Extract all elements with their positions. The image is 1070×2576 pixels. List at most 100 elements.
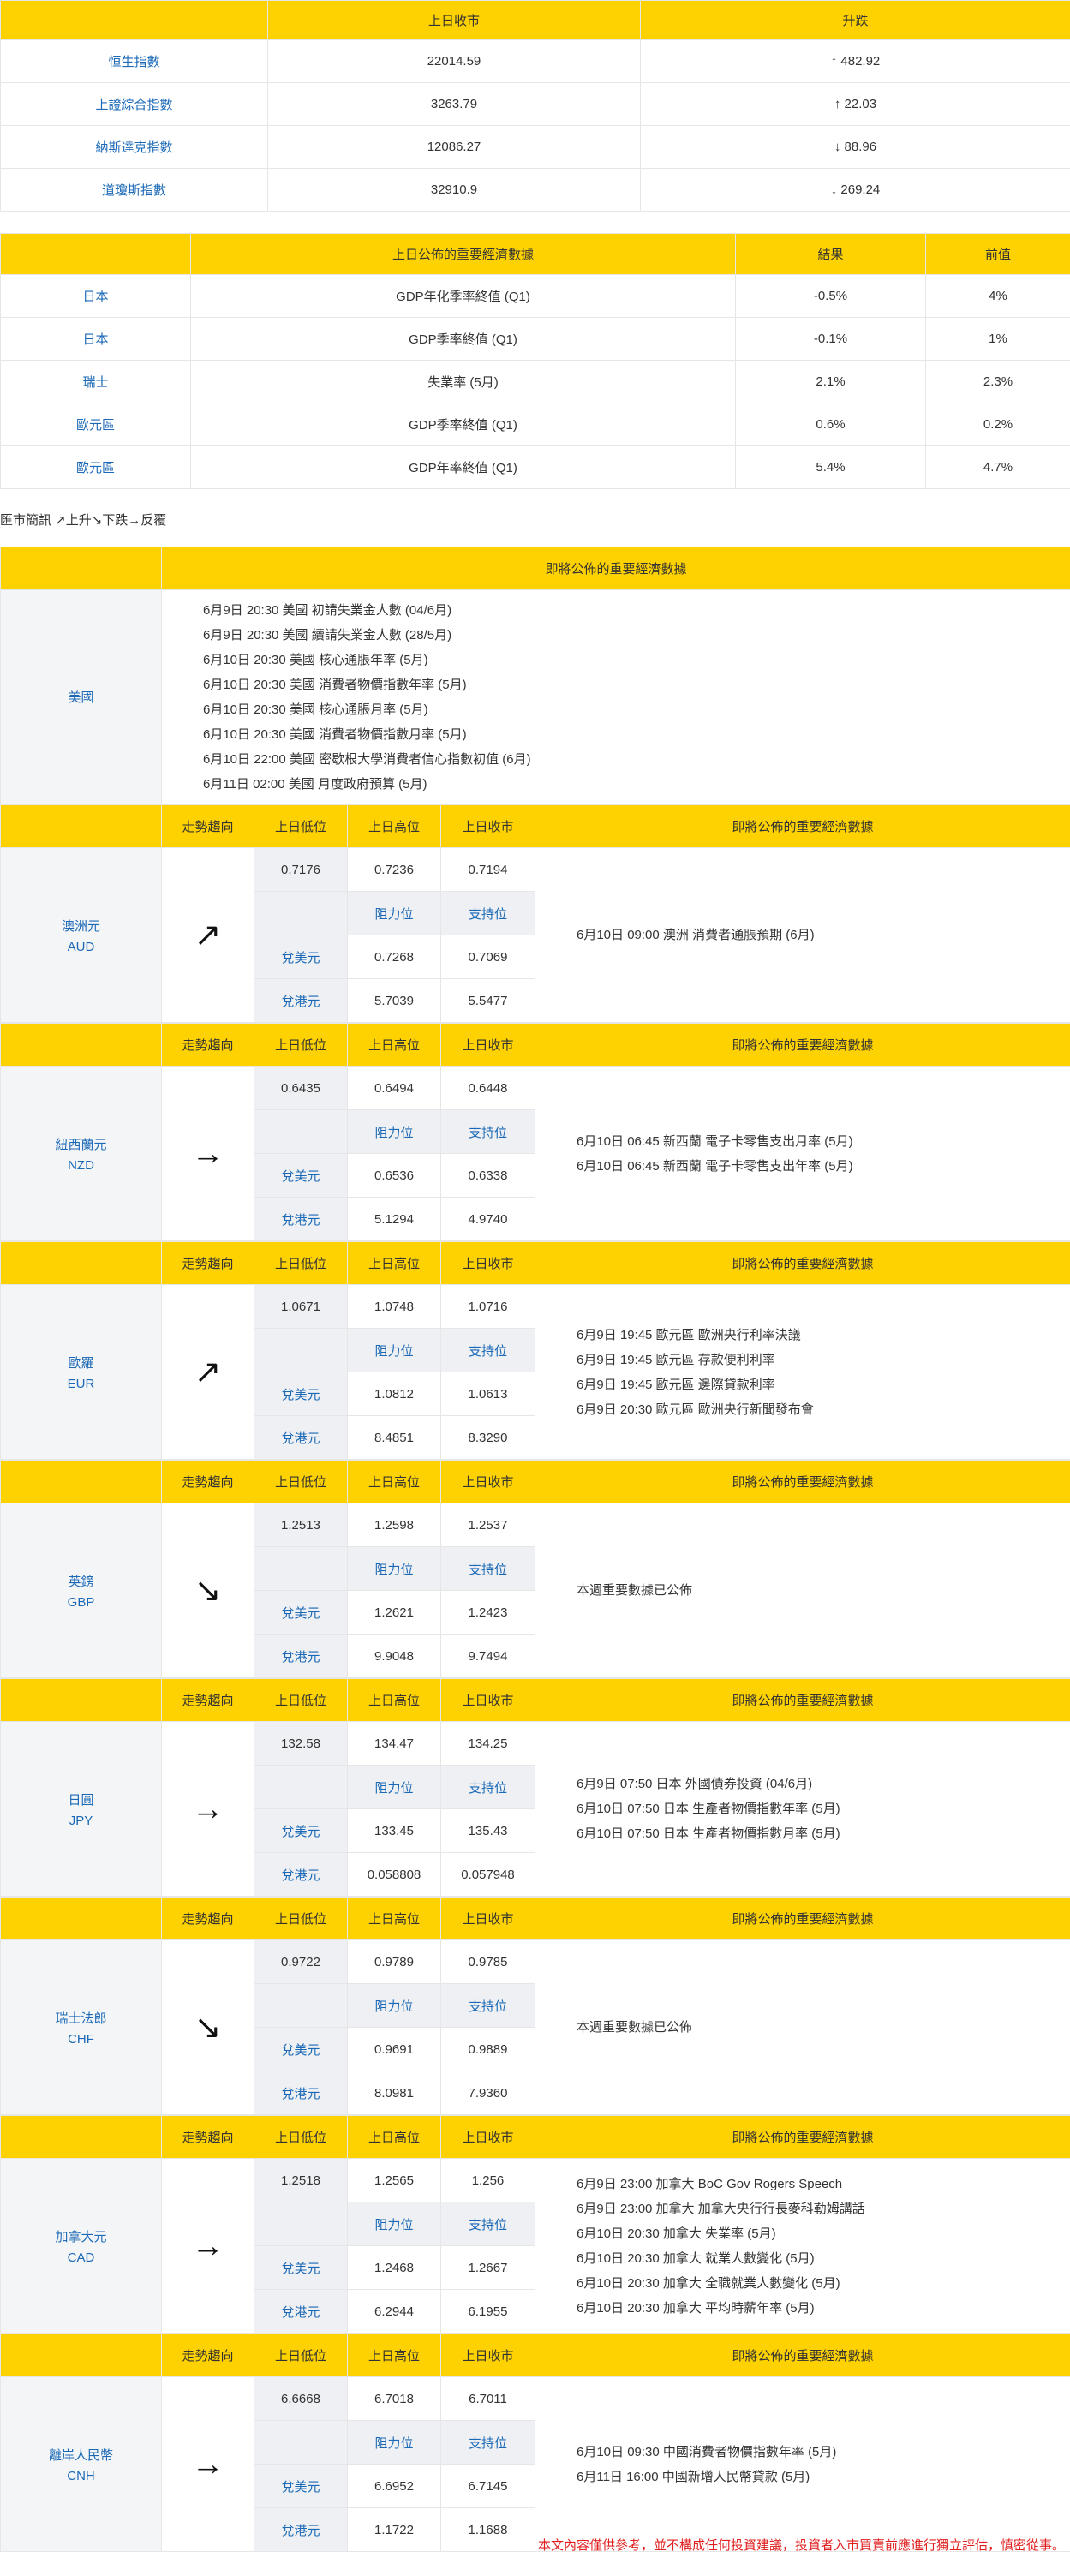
currency-name-cell[interactable]: 瑞士法郎 CHF bbox=[0, 1939, 162, 2115]
prev-close: 134.25 bbox=[440, 1721, 535, 1766]
list-item: 6月10日 20:30 美國 核心通脹月率 (5月) bbox=[203, 702, 428, 717]
vs-usd-label: 兌美元 bbox=[254, 1153, 348, 1198]
fx-header-high: 上日高位 bbox=[347, 1023, 441, 1067]
table-row: 納斯達克指數 12086.27 ↓ 88.96 bbox=[0, 125, 1070, 169]
release-prev: 1% bbox=[925, 317, 1070, 361]
currency-code[interactable]: JPY bbox=[2, 1814, 161, 1828]
fx-blank-cell bbox=[254, 1328, 348, 1372]
release-prev: 0.2% bbox=[925, 403, 1070, 446]
fx-header-low: 上日低位 bbox=[254, 1678, 348, 1722]
indices-header-change: 升跌 bbox=[640, 0, 1070, 40]
support-label: 支持位 bbox=[440, 2420, 535, 2465]
currency-name[interactable]: 離岸人民幣 bbox=[2, 2446, 161, 2464]
currency-code[interactable]: GBP bbox=[2, 1595, 161, 1610]
fx-header-trend: 走勢趨向 bbox=[161, 804, 254, 848]
prev-close: 6.7011 bbox=[440, 2376, 535, 2421]
fx-header-close: 上日收市 bbox=[440, 1023, 535, 1067]
fx-blocks: 走勢趨向 上日低位 上日高位 上日收市 即將公佈的重要經濟數據 澳洲元 AUD … bbox=[0, 804, 1070, 2552]
table-row: 上證綜合指數 3263.79 ↑ 22.03 bbox=[0, 82, 1070, 126]
hkd-support: 1.1688 bbox=[440, 2507, 535, 2552]
fx-blank-cell bbox=[254, 1765, 348, 1809]
list-item: 6月9日 23:00 加拿大 加拿大央行行長麥科勒姆講話 bbox=[577, 2201, 865, 2216]
trend-arrow-icon: → bbox=[161, 1066, 254, 1241]
currency-name-cell[interactable]: 日圓 JPY bbox=[0, 1721, 162, 1897]
release-item: GDP年率終值 (Q1) bbox=[190, 445, 736, 489]
usd-resistance: 0.9691 bbox=[347, 2027, 441, 2071]
currency-code[interactable]: NZD bbox=[2, 1158, 161, 1173]
fx-events-list: 6月10日 09:30 中國消費者物價指數年率 (5月) 6月11日 16:00 … bbox=[535, 2376, 1070, 2552]
fx-header-trend: 走勢趨向 bbox=[161, 1678, 254, 1722]
prev-low: 1.2513 bbox=[254, 1503, 348, 1547]
currency-name-cell[interactable]: 歐羅 EUR bbox=[0, 1284, 162, 1460]
index-close: 22014.59 bbox=[267, 39, 641, 83]
currency-name[interactable]: 加拿大元 bbox=[2, 2227, 161, 2245]
list-item: 6月10日 20:30 加拿大 平均時薪年率 (5月) bbox=[577, 2300, 815, 2316]
support-label: 支持位 bbox=[440, 891, 535, 935]
fx-header-close: 上日收市 bbox=[440, 2334, 535, 2377]
hkd-resistance: 5.1294 bbox=[347, 1197, 441, 1241]
prev-high: 1.2565 bbox=[347, 2158, 441, 2202]
currency-name-cell[interactable]: 英鎊 GBP bbox=[0, 1503, 162, 1678]
released-data-table: 上日公佈的重要經濟數據 結果 前值 日本 GDP年化季率終值 (Q1) -0.5… bbox=[0, 233, 1070, 489]
support-label: 支持位 bbox=[440, 1765, 535, 1809]
us-header-upcoming: 即將公佈的重要經濟數據 bbox=[161, 547, 1070, 590]
fx-header-trend: 走勢趨向 bbox=[161, 1897, 254, 1940]
prev-close: 1.2537 bbox=[440, 1503, 535, 1547]
list-item: 6月10日 20:30 加拿大 就業人數變化 (5月) bbox=[577, 2250, 815, 2266]
list-item: 6月9日 19:45 歐元區 歐洲央行利率決議 bbox=[577, 1327, 801, 1342]
release-region[interactable]: 日本 bbox=[0, 317, 191, 361]
currency-name[interactable]: 瑞士法郎 bbox=[2, 2009, 161, 2027]
currency-code[interactable]: CHF bbox=[2, 2032, 161, 2047]
table-row: 瑞士 失業率 (5月) 2.1% 2.3% bbox=[0, 360, 1070, 403]
index-close: 12086.27 bbox=[267, 125, 641, 169]
index-name[interactable]: 恒生指數 bbox=[0, 39, 268, 83]
currency-name[interactable]: 歐羅 bbox=[2, 1354, 161, 1372]
hkd-resistance: 6.2944 bbox=[347, 2289, 441, 2334]
release-region[interactable]: 歐元區 bbox=[0, 445, 191, 489]
release-prev: 4.7% bbox=[925, 445, 1070, 489]
release-result: -0.1% bbox=[735, 317, 926, 361]
support-label: 支持位 bbox=[440, 1546, 535, 1591]
release-region[interactable]: 歐元區 bbox=[0, 403, 191, 446]
prev-close: 1.0716 bbox=[440, 1284, 535, 1329]
support-label: 支持位 bbox=[440, 1109, 535, 1154]
currency-name-cell[interactable]: 離岸人民幣 CNH bbox=[0, 2376, 162, 2552]
prev-low: 1.2518 bbox=[254, 2158, 348, 2202]
list-item: 6月10日 07:50 日本 生產者物價指數月率 (5月) bbox=[577, 1826, 840, 1841]
currency-code[interactable]: EUR bbox=[2, 1377, 161, 1391]
currency-code[interactable]: CNH bbox=[2, 2469, 161, 2483]
list-item: 6月10日 20:30 美國 消費者物價指數月率 (5月) bbox=[203, 726, 467, 742]
vs-usd-label: 兌美元 bbox=[254, 2245, 348, 2290]
currency-name-cell[interactable]: 澳洲元 AUD bbox=[0, 847, 162, 1023]
hkd-support: 9.7494 bbox=[440, 1634, 535, 1678]
us-region[interactable]: 美國 bbox=[0, 589, 162, 804]
resistance-label: 阻力位 bbox=[347, 2420, 441, 2465]
trend-arrow-icon: → bbox=[161, 1721, 254, 1897]
index-name[interactable]: 納斯達克指數 bbox=[0, 125, 268, 169]
currency-name-cell[interactable]: 紐西蘭元 NZD bbox=[0, 1066, 162, 1241]
currency-name[interactable]: 紐西蘭元 bbox=[2, 1135, 161, 1153]
fx-header-close: 上日收市 bbox=[440, 1460, 535, 1503]
release-region[interactable]: 瑞士 bbox=[0, 360, 191, 403]
currency-code[interactable]: CAD bbox=[2, 2250, 161, 2265]
release-item: GDP季率終值 (Q1) bbox=[190, 317, 736, 361]
currency-name-cell[interactable]: 加拿大元 CAD bbox=[0, 2158, 162, 2334]
release-item: GDP季率終值 (Q1) bbox=[190, 403, 736, 446]
currency-block-nzd: 走勢趨向 上日低位 上日高位 上日收市 即將公佈的重要經濟數據 紐西蘭元 NZD… bbox=[0, 1023, 1070, 1241]
prev-low: 0.7176 bbox=[254, 847, 348, 892]
list-item: 本週重要數據已公佈 bbox=[577, 1583, 693, 1598]
prev-close: 0.9785 bbox=[440, 1939, 535, 1984]
resistance-label: 阻力位 bbox=[347, 1546, 441, 1591]
fx-header-high: 上日高位 bbox=[347, 2334, 441, 2377]
currency-name[interactable]: 英鎊 bbox=[2, 1572, 161, 1590]
release-region[interactable]: 日本 bbox=[0, 274, 191, 318]
index-name[interactable]: 上證綜合指數 bbox=[0, 82, 268, 126]
currency-name[interactable]: 澳洲元 bbox=[2, 917, 161, 935]
fx-events-list: 本週重要數據已公佈 bbox=[535, 1503, 1070, 1678]
support-label: 支持位 bbox=[440, 2202, 535, 2246]
currency-name[interactable]: 日圓 bbox=[2, 1790, 161, 1808]
usd-resistance: 0.6536 bbox=[347, 1153, 441, 1198]
hkd-resistance: 9.9048 bbox=[347, 1634, 441, 1678]
currency-code[interactable]: AUD bbox=[2, 940, 161, 954]
index-name[interactable]: 道瓊斯指數 bbox=[0, 168, 268, 212]
